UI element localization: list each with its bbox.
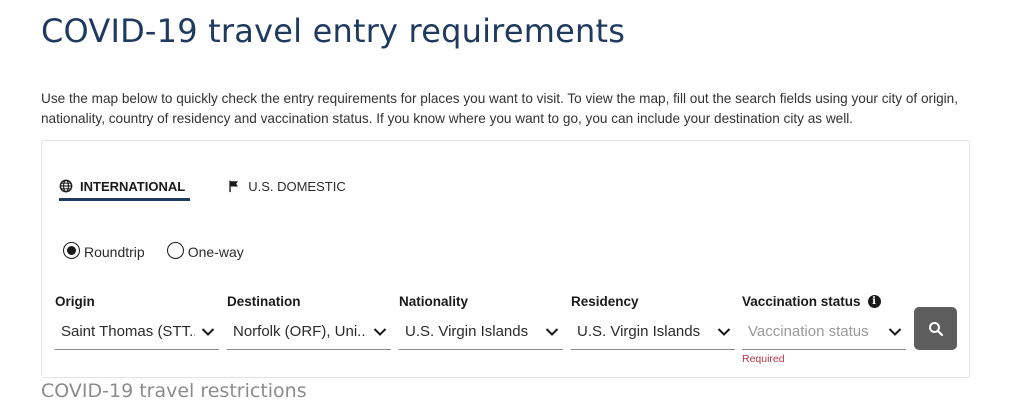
residency-field: Residency U.S. Virgin Islands	[571, 292, 735, 350]
roundtrip-radio-circle[interactable]	[63, 242, 80, 259]
vaccination-field: Vaccination status i Vaccination status …	[742, 292, 906, 365]
flag-icon	[229, 180, 239, 193]
search-panel: INTERNATIONAL U.S. DOMESTIC Roundtrip On…	[41, 140, 970, 378]
roundtrip-label: Roundtrip	[84, 243, 145, 260]
residency-select[interactable]: U.S. Virgin Islands	[571, 314, 735, 350]
nationality-value: U.S. Virgin Islands	[405, 323, 529, 340]
intro-text: Use the map below to quickly check the e…	[41, 91, 959, 126]
vaccination-select[interactable]: Vaccination status	[742, 314, 906, 350]
roundtrip-radio[interactable]: Roundtrip	[63, 242, 145, 260]
one-way-radio[interactable]: One-way	[166, 242, 244, 260]
tab-international[interactable]: INTERNATIONAL	[59, 174, 185, 198]
origin-value: Saint Thomas (STT...	[61, 323, 195, 340]
section-subheading: COVID-19 travel restrictions	[41, 380, 307, 402]
destination-label: Destination	[227, 293, 301, 309]
residency-value: U.S. Virgin Islands	[577, 323, 701, 340]
chevron-down-icon	[717, 328, 731, 336]
page-title: COVID-19 travel entry requirements	[41, 12, 626, 50]
chevron-down-icon	[201, 328, 215, 336]
tab-us-domestic[interactable]: U.S. DOMESTIC	[227, 174, 346, 198]
origin-select[interactable]: Saint Thomas (STT...	[55, 314, 219, 350]
tab-bar: INTERNATIONAL U.S. DOMESTIC	[59, 174, 346, 201]
origin-label: Origin	[55, 293, 95, 309]
search-icon	[928, 321, 943, 336]
search-button[interactable]	[914, 307, 957, 350]
vaccination-label-row: Vaccination status i	[742, 292, 906, 310]
one-way-radio-circle[interactable]	[166, 242, 184, 259]
destination-field: Destination Norfolk (ORF), Uni...	[227, 292, 391, 350]
active-tab-indicator	[59, 198, 190, 201]
one-way-label: One-way	[187, 243, 244, 260]
globe-icon	[59, 179, 73, 193]
vaccination-placeholder: Vaccination status	[748, 323, 869, 340]
chevron-down-icon	[373, 328, 387, 336]
residency-label: Residency	[571, 293, 639, 309]
trip-type-group: Roundtrip One-way	[63, 242, 244, 260]
nationality-select[interactable]: U.S. Virgin Islands	[399, 314, 563, 350]
chevron-down-icon	[888, 328, 902, 336]
nationality-label: Nationality	[399, 293, 469, 309]
nationality-field: Nationality U.S. Virgin Islands	[399, 292, 563, 350]
chevron-down-icon	[545, 328, 559, 336]
destination-value: Norfolk (ORF), Uni...	[233, 323, 367, 340]
tab-us-domestic-label: U.S. DOMESTIC	[248, 178, 346, 194]
origin-field: Origin Saint Thomas (STT...	[55, 292, 219, 350]
vaccination-required-error: Required	[742, 353, 785, 365]
info-icon[interactable]: i	[867, 294, 881, 308]
tab-international-label: INTERNATIONAL	[80, 178, 186, 194]
vaccination-label: Vaccination status	[742, 293, 861, 309]
destination-select[interactable]: Norfolk (ORF), Uni...	[227, 314, 391, 350]
